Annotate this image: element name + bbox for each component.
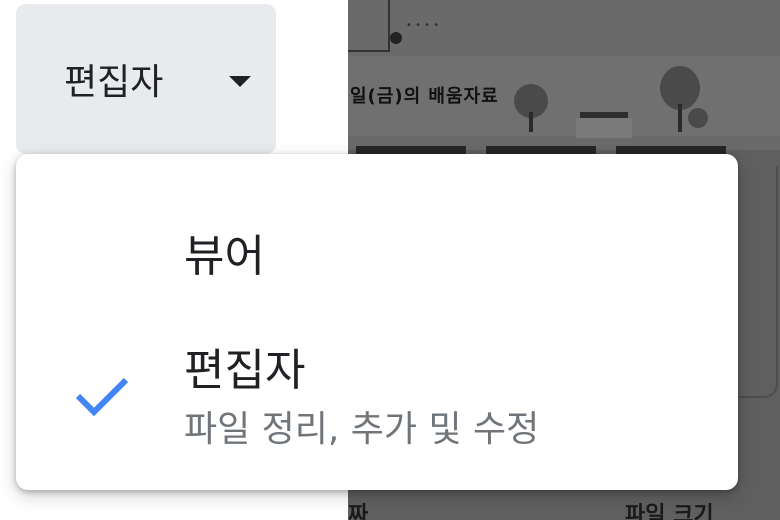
bush-icon [688,108,708,128]
soccer-ball-icon [390,32,402,44]
menu-item-editor[interactable]: 편집자 파일 정리, 추가 및 수정 [16,304,738,490]
menu-item-viewer[interactable]: 뷰어 [16,154,738,304]
menu-item-description: 파일 정리, 추가 및 수정 [184,409,540,450]
role-select-button[interactable]: 편집자 [16,4,276,154]
role-select-label: 편집자 [64,62,164,103]
tree-trunk [529,112,533,132]
checkmark-icon [75,377,129,417]
menu-item-label: 편집자 [184,345,306,396]
column-header-date: 짜 [348,503,369,520]
tree-trunk [678,104,682,132]
column-header-file-size: 파일 크기 [625,503,714,520]
menu-item-label: 뷰어 [184,231,265,282]
decoration-dots: • • • • [406,20,440,31]
banner-sketch [348,0,390,52]
house-icon [576,118,632,138]
banner-caption: 일(금)의 배움자료 [350,86,499,107]
caret-down-icon [229,76,251,87]
role-menu: 뷰어 편집자 파일 정리, 추가 및 수정 [16,154,738,490]
banner-image: • • • • 일(금)의 배움자료 [348,0,780,150]
